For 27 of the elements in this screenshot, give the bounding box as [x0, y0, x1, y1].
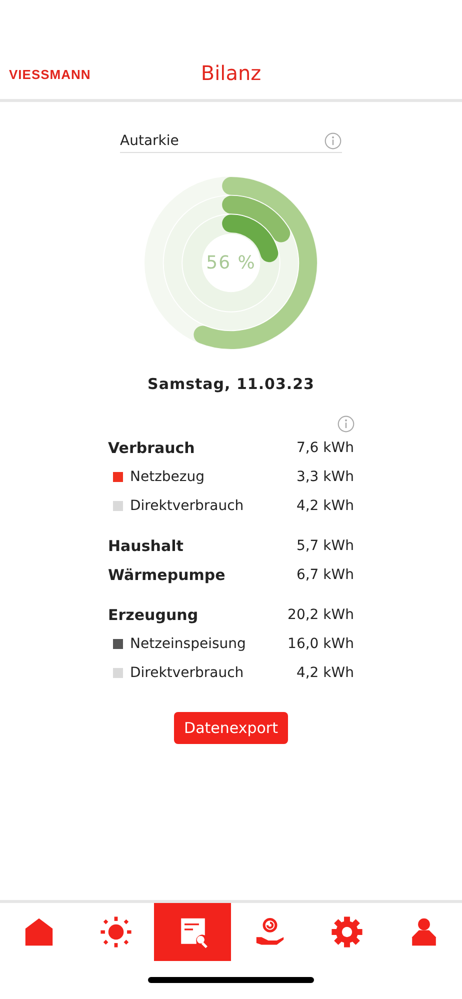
- legend-label: Direktverbrauch: [130, 498, 245, 514]
- energy-value: 7,6 kWh: [296, 440, 354, 456]
- export-button[interactable]: Datenexport: [174, 712, 288, 744]
- category-label: Haushalt: [108, 536, 184, 554]
- category-label: Verbrauch: [108, 438, 196, 456]
- tab-button[interactable]: [154, 903, 231, 961]
- category-label: Wärmepumpe: [108, 566, 226, 584]
- category-label: Erzeugung: [108, 606, 200, 624]
- date-label: Samstag, 11.03.23: [146, 375, 316, 393]
- settings-icon: [330, 915, 364, 949]
- percentage-label: 56 %: [206, 252, 256, 274]
- energy-value: 3,3 kWh: [296, 468, 354, 484]
- info-icon[interactable]: [324, 132, 342, 150]
- legend-label: Direktverbrauch: [130, 664, 245, 680]
- energy-value: 16,0 kWh: [288, 636, 354, 652]
- energy-value: 4,2 kWh: [296, 498, 354, 514]
- brand-logo: VIESSMANN: [9, 67, 91, 82]
- metric-dropdown[interactable]: Autarkie: [120, 132, 342, 153]
- energy-value: 6,7 kWh: [296, 566, 354, 582]
- legend-label: Netzeinspeisung: [130, 636, 247, 652]
- energy-value: 4,2 kWh: [296, 664, 354, 680]
- page-title: Bilanz: [200, 61, 262, 85]
- energy-value: 5,7 kWh: [296, 538, 354, 554]
- legend-label: Netzbezug: [130, 468, 206, 484]
- energy-value: 20,2 kWh: [288, 606, 354, 622]
- sun-icon: [98, 915, 132, 949]
- info-icon[interactable]: [337, 415, 355, 433]
